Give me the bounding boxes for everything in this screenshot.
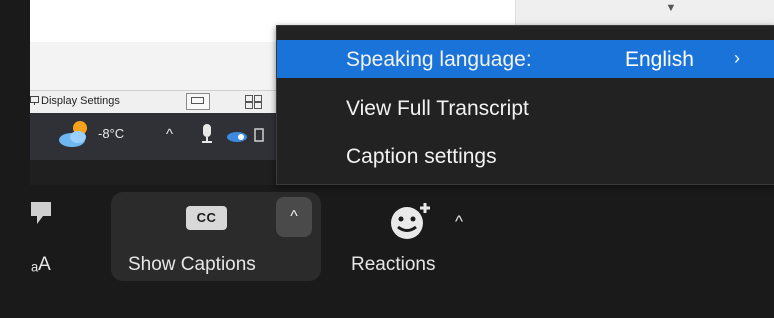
menu-item-view-full-transcript[interactable]: View Full Transcript bbox=[277, 89, 774, 127]
scroll-down-arrow-icon[interactable]: ▼ bbox=[664, 2, 678, 14]
toolbar-bottom bbox=[30, 285, 774, 318]
speaking-language-value: English bbox=[625, 48, 694, 71]
normal-view-icon[interactable] bbox=[186, 93, 210, 110]
menu-item-caption-settings[interactable]: Caption settings bbox=[277, 137, 774, 175]
reactions-options-caret-icon[interactable]: ^ bbox=[455, 212, 463, 232]
caption-settings-label: Caption settings bbox=[346, 145, 497, 168]
tray-expand-icon[interactable]: ^ bbox=[166, 126, 173, 143]
temperature-readout[interactable]: -8°C bbox=[98, 126, 124, 141]
captions-options-caret-icon[interactable]: ^ bbox=[276, 197, 312, 237]
grid-view-icon[interactable] bbox=[243, 93, 263, 109]
network-icon[interactable] bbox=[252, 127, 266, 143]
left-edge bbox=[0, 0, 30, 318]
display-settings-button[interactable]: Display Settings bbox=[41, 95, 120, 107]
translate-label[interactable]: ₐA bbox=[31, 254, 51, 276]
display-settings-icon bbox=[30, 96, 39, 105]
weather-cloud-icon bbox=[59, 121, 87, 147]
chat-bubble-icon[interactable] bbox=[31, 200, 51, 226]
reactions-emoji-icon[interactable] bbox=[388, 200, 434, 242]
show-captions-label[interactable]: Show Captions bbox=[128, 254, 256, 276]
onedrive-cloud-icon[interactable] bbox=[226, 129, 248, 143]
speaking-language-label: Speaking language: bbox=[346, 48, 532, 71]
caption-options-menu: Speaking language: English › View Full T… bbox=[276, 25, 774, 185]
cc-icon[interactable]: CC bbox=[186, 206, 227, 230]
reactions-label[interactable]: Reactions bbox=[351, 254, 436, 276]
menu-item-speaking-language[interactable]: Speaking language: English › bbox=[277, 40, 774, 78]
view-full-transcript-label: View Full Transcript bbox=[346, 97, 529, 120]
submenu-chevron-icon: › bbox=[734, 48, 740, 68]
microphone-icon[interactable] bbox=[199, 123, 215, 145]
